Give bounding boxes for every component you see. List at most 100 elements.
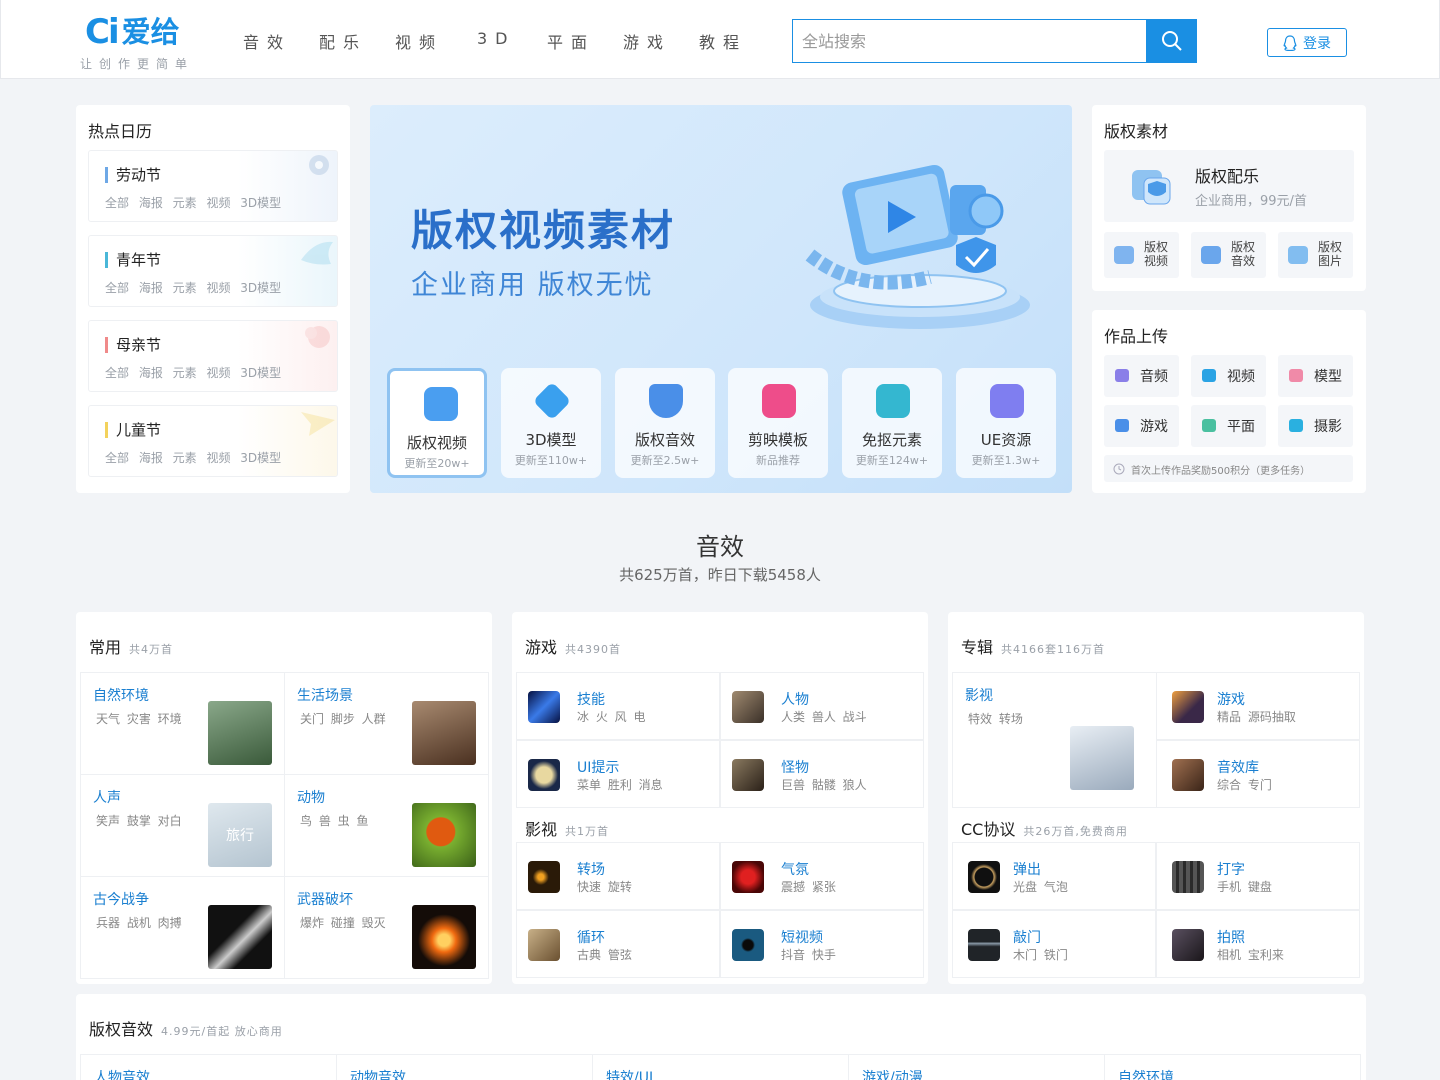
upload-photo[interactable]: 摄影 bbox=[1278, 405, 1353, 447]
cell-tags: 菜单 胜利 消息 bbox=[577, 778, 663, 792]
calendar-item-labor-day[interactable]: 劳动节 全部 海报 元素 视频 3D模型 bbox=[88, 150, 338, 222]
logo-mark: Ci bbox=[85, 12, 120, 52]
upload-graphic[interactable]: 平面 bbox=[1191, 405, 1266, 447]
calendar-item-mothers-day[interactable]: 母亲节 全部 海报 元素 视频 3D模型 bbox=[88, 320, 338, 392]
nav-video[interactable]: 视频 bbox=[395, 29, 443, 53]
grid-cell-daily-life[interactable]: 生活场景 关门 脚步 人群 bbox=[284, 672, 489, 775]
explosion-thumbnail bbox=[412, 905, 476, 969]
cc-knock[interactable]: 敲门 木门 铁门 bbox=[952, 910, 1156, 978]
mini-label: 版权图片 bbox=[1318, 240, 1343, 268]
calendar-item-tags[interactable]: 全部 海报 元素 视频 3D模型 bbox=[105, 279, 281, 296]
upload-model[interactable]: 模型 bbox=[1278, 355, 1353, 397]
nav-tutorial[interactable]: 教程 bbox=[699, 29, 747, 53]
sfx-tab-game-anime[interactable]: 游戏/动漫 bbox=[848, 1054, 1105, 1080]
upload-label: 模型 bbox=[1314, 369, 1342, 385]
character-thumbnail bbox=[732, 691, 764, 723]
grid-cell-monster[interactable]: 怪物 巨兽 骷髅 狼人 bbox=[720, 740, 924, 808]
cell-tags: 人类 兽人 战斗 bbox=[781, 710, 867, 724]
copyright-music-card[interactable]: 版权配乐 企业商用，99元/首 bbox=[1104, 150, 1354, 222]
calendar-item-childrens-day[interactable]: 儿童节 全部 海报 元素 视频 3D模型 bbox=[88, 405, 338, 477]
cell-tags: 相机 宝利来 bbox=[1217, 948, 1284, 962]
mini-label: 版权视频 bbox=[1144, 240, 1169, 268]
nav-sound-effects[interactable]: 音效 bbox=[243, 29, 291, 53]
grid-cell-ui-prompt[interactable]: UI提示 菜单 胜利 消息 bbox=[516, 740, 720, 808]
category-3d-model[interactable]: 3D模型 更新至110w+ bbox=[501, 368, 601, 478]
grid-cell-transition[interactable]: 转场 快速 旋转 bbox=[516, 842, 720, 910]
image-icon bbox=[1288, 246, 1308, 264]
album-sound-library[interactable]: 音效库 综合 专门 bbox=[1156, 740, 1360, 808]
upload-audio[interactable]: 音频 bbox=[1104, 355, 1179, 397]
grid-cell-war[interactable]: 古今战争 兵器 战机 肉搏 bbox=[80, 876, 285, 979]
travel-thumbnail: 旅行 bbox=[208, 803, 272, 867]
category-ue-resource[interactable]: UE资源 更新至1.3w+ bbox=[956, 368, 1056, 478]
cc-typing[interactable]: 打字 手机 键盘 bbox=[1156, 842, 1360, 910]
site-logo[interactable]: Ci 爱给 bbox=[85, 14, 205, 50]
grid-cell-short-video[interactable]: 短视频 抖音 快手 bbox=[720, 910, 924, 978]
grid-cell-weapon-destruction[interactable]: 武器破坏 爆炸 碰撞 毁灭 bbox=[284, 876, 489, 979]
category-cutout-element[interactable]: 免抠元素 更新至124w+ bbox=[842, 368, 942, 478]
upload-tip[interactable]: 首次上传作品奖励500积分（更多任务） bbox=[1104, 455, 1353, 482]
cell-name: 拍照 bbox=[1217, 930, 1245, 946]
cube-icon bbox=[1289, 369, 1303, 382]
calendar-item-tags[interactable]: 全部 海报 元素 视频 3D模型 bbox=[105, 449, 281, 466]
category-copyright-sound[interactable]: 版权音效 更新至2.5w+ bbox=[615, 368, 715, 478]
slogan: 让创作更简单 bbox=[80, 57, 195, 71]
cell-name: 转场 bbox=[577, 862, 605, 878]
banner-title: 版权视频素材 bbox=[411, 206, 676, 255]
group-count: 共4390首 bbox=[565, 643, 622, 656]
cell-name: 气氛 bbox=[781, 862, 809, 878]
search-input[interactable] bbox=[792, 19, 1147, 63]
cell-name: 动物 bbox=[297, 790, 325, 806]
cell-name: 生活场景 bbox=[297, 688, 353, 704]
cc-pop[interactable]: 弹出 光盘 气泡 bbox=[952, 842, 1156, 910]
sfx-tab-character[interactable]: 人物音效 bbox=[80, 1054, 337, 1080]
cell-tags: 爆炸 碰撞 毁灭 bbox=[300, 916, 386, 930]
grid-cell-atmosphere[interactable]: 气氛 震撼 紧张 bbox=[720, 842, 924, 910]
group-title-text: 游戏 bbox=[525, 638, 558, 657]
sfx-tab-effect-ui[interactable]: 特效/UI bbox=[592, 1054, 849, 1080]
grid-cell-loop[interactable]: 循环 古典 管弦 bbox=[516, 910, 720, 978]
promo-banner[interactable]: 版权视频素材 企业商用 版权无忧 版权视频 更新至20w+ 3D模型 更新至11… bbox=[370, 105, 1072, 493]
category-update: 更新至2.5w+ bbox=[630, 454, 700, 467]
grid-cell-character[interactable]: 人物 人类 兽人 战斗 bbox=[720, 672, 924, 740]
grid-cell-skill[interactable]: 技能 冰 火 风 电 bbox=[516, 672, 720, 740]
copyright-video-link[interactable]: 版权视频 bbox=[1104, 232, 1179, 278]
grid-cell-animal[interactable]: 动物 鸟 兽 虫 鱼 bbox=[284, 774, 489, 877]
cell-name: 技能 bbox=[577, 692, 605, 708]
upload-game[interactable]: 游戏 bbox=[1104, 405, 1179, 447]
cell-name: 打字 bbox=[1217, 862, 1245, 878]
category-capcut-template[interactable]: 剪映模板 新品推荐 bbox=[728, 368, 828, 478]
calendar-item-tags[interactable]: 全部 海报 元素 视频 3D模型 bbox=[105, 364, 281, 381]
search-button[interactable] bbox=[1146, 19, 1197, 63]
category-label: UE资源 bbox=[980, 431, 1032, 449]
category-update: 更新至20w+ bbox=[404, 457, 470, 470]
cell-name: 武器破坏 bbox=[297, 892, 353, 908]
category-copyright-video[interactable]: 版权视频 更新至20w+ bbox=[387, 368, 487, 478]
album-game[interactable]: 游戏 精品 源码抽取 bbox=[1156, 672, 1360, 740]
group-title-text: CC协议 bbox=[961, 820, 1016, 839]
grid-cell-voice[interactable]: 人声 笑声 鼓掌 对白 旅行 bbox=[80, 774, 285, 877]
nav-graphic[interactable]: 平面 bbox=[547, 29, 595, 53]
mini-label: 版权音效 bbox=[1231, 240, 1256, 268]
upload-video[interactable]: 视频 bbox=[1191, 355, 1266, 397]
calendar-item-youth-day[interactable]: 青年节 全部 海报 元素 视频 3D模型 bbox=[88, 235, 338, 307]
category-label: 3D模型 bbox=[525, 431, 577, 449]
nav-3d[interactable]: 3D bbox=[477, 29, 516, 48]
hot-calendar-title: 热点日历 bbox=[88, 122, 153, 141]
nav-music[interactable]: 配乐 bbox=[319, 29, 367, 53]
group-count: 共4万首 bbox=[129, 643, 174, 656]
copyright-image-link[interactable]: 版权图片 bbox=[1278, 232, 1353, 278]
tab-label: 游戏/动漫 bbox=[862, 1070, 923, 1080]
sfx-tab-nature[interactable]: 自然环境 bbox=[1104, 1054, 1361, 1080]
copyright-sound-link[interactable]: 版权音效 bbox=[1191, 232, 1266, 278]
cc-camera[interactable]: 拍照 相机 宝利来 bbox=[1156, 910, 1360, 978]
sfx-tab-animal[interactable]: 动物音效 bbox=[336, 1054, 593, 1080]
calendar-item-tags[interactable]: 全部 海报 元素 视频 3D模型 bbox=[105, 194, 281, 211]
login-button[interactable]: 登录 bbox=[1267, 28, 1347, 57]
cell-tags: 笑声 鼓掌 对白 bbox=[96, 814, 182, 828]
album-feature-film[interactable]: 影视 特效 转场 bbox=[952, 672, 1157, 808]
calendar-item-name: 母亲节 bbox=[105, 337, 161, 353]
grid-cell-nature[interactable]: 自然环境 天气 灾害 环境 bbox=[80, 672, 285, 775]
cell-tags: 综合 专门 bbox=[1217, 778, 1272, 792]
nav-game[interactable]: 游戏 bbox=[623, 29, 671, 53]
